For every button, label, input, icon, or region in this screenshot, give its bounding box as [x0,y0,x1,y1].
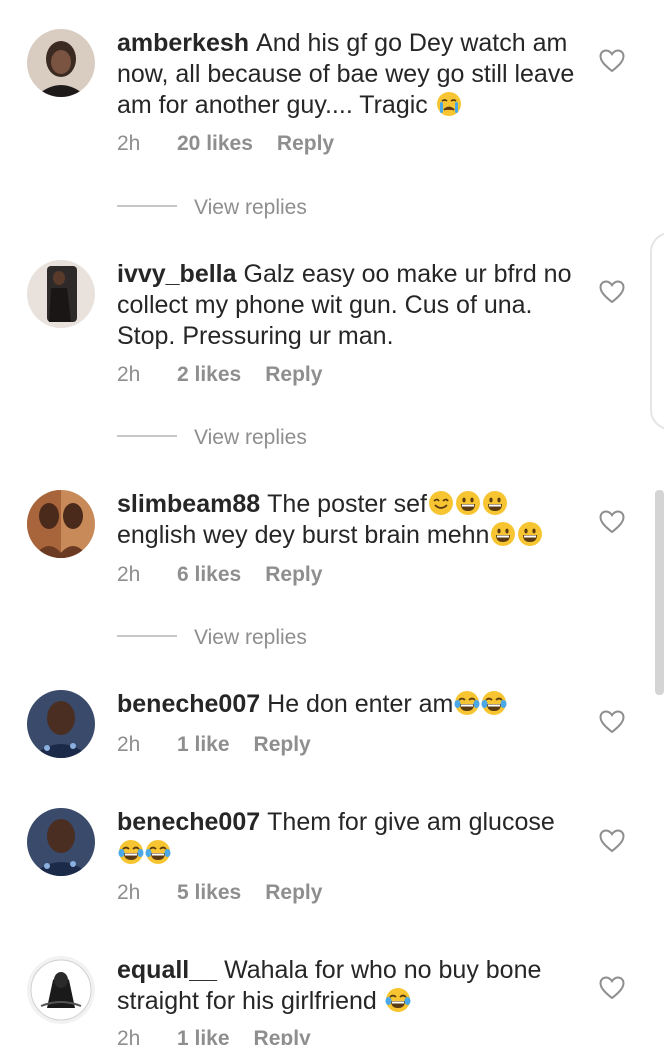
reply-button[interactable]: Reply [277,130,334,158]
tears-of-joy-emoji [454,690,480,716]
comment-meta: 2h 5 likes Reply [117,879,322,907]
view-replies-button[interactable]: View replies [117,424,307,452]
heart-icon[interactable] [599,829,625,853]
comment-username[interactable]: beneche007 [117,690,260,718]
comment-text: slimbeam88 The poster sef english wey dey … [117,489,587,551]
heart-icon[interactable] [599,510,625,534]
grinning-face-emoji [482,490,508,516]
comment-meta: 2h 6 likes Reply [117,561,322,589]
divider-line [117,635,177,638]
avatar[interactable] [27,29,95,97]
reply-button[interactable]: Reply [254,1025,311,1045]
comment-body-part-1: The poster sef [267,490,427,518]
comment-username[interactable]: beneche007 [117,808,260,836]
view-replies-label: View replies [194,426,307,449]
view-replies-button[interactable]: View replies [117,194,307,222]
view-replies-label: View replies [194,196,307,219]
comment-text: beneche007 He don enter am [117,689,587,720]
view-replies-button[interactable]: View replies [117,624,307,652]
tears-of-joy-emoji [145,839,171,865]
grinning-face-emoji [517,521,543,547]
reply-button[interactable]: Reply [265,879,322,907]
comment-meta: 2h 2 likes Reply [117,361,322,389]
comment-username[interactable]: ivvy_bella [117,260,237,288]
comment-time: 2h [117,733,141,756]
avatar[interactable] [27,260,95,328]
tears-of-joy-emoji [385,987,411,1013]
comment-likes[interactable]: 20 likes [177,130,253,158]
comment-time: 2h [117,563,141,586]
heart-icon[interactable] [599,280,625,304]
reply-button[interactable]: Reply [254,731,311,759]
tears-of-joy-emoji [118,839,144,865]
comment-username[interactable]: amberkesh [117,29,249,57]
smiling-face-emoji [428,490,454,516]
comment-likes[interactable]: 2 likes [177,361,241,389]
divider-line [117,205,177,208]
avatar[interactable] [27,690,95,758]
comment-body: Them for give am glucose [267,808,555,836]
comment-username[interactable]: slimbeam88 [117,490,260,518]
heart-icon[interactable] [599,49,625,73]
comment-likes[interactable]: 1 like [177,1025,230,1045]
comment-body-part-2: english wey dey burst brain mehn [117,521,490,549]
avatar[interactable] [27,956,95,1024]
comments-screen: amberkesh And his gf go Dey watch am now,… [0,0,664,1045]
heart-icon[interactable] [599,710,625,734]
scrollbar[interactable] [655,490,664,695]
comment-text: equall__ Wahala for who no buy bone strai… [117,955,587,1017]
comment-meta: 2h 1 like Reply [117,1025,311,1045]
reply-button[interactable]: Reply [265,361,322,389]
comment-username[interactable]: equall__ [117,956,217,984]
comment-time: 2h [117,1027,141,1045]
edge-panel-handle[interactable] [650,232,664,430]
comment-text: ivvy_bella Galz easy oo make ur bfrd no c… [117,259,587,352]
comment-meta: 2h 1 like Reply [117,731,311,759]
avatar[interactable] [27,490,95,558]
crying-face-emoji [436,91,462,117]
grinning-face-emoji [455,490,481,516]
comment-body: He don enter am [267,690,454,718]
avatar[interactable] [27,808,95,876]
divider-line [117,435,177,438]
comment-likes[interactable]: 5 likes [177,879,241,907]
grinning-face-emoji [490,521,516,547]
comment-time: 2h [117,132,141,155]
reply-button[interactable]: Reply [265,561,322,589]
view-replies-label: View replies [194,626,307,649]
comment-text: amberkesh And his gf go Dey watch am now,… [117,28,587,121]
comment-time: 2h [117,363,141,386]
comment-meta: 2h 20 likes Reply [117,130,334,158]
comment-likes[interactable]: 1 like [177,731,230,759]
heart-icon[interactable] [599,976,625,1000]
tears-of-joy-emoji [481,690,507,716]
comment-text: beneche007 Them for give am glucose [117,807,587,869]
comment-time: 2h [117,881,141,904]
comment-likes[interactable]: 6 likes [177,561,241,589]
